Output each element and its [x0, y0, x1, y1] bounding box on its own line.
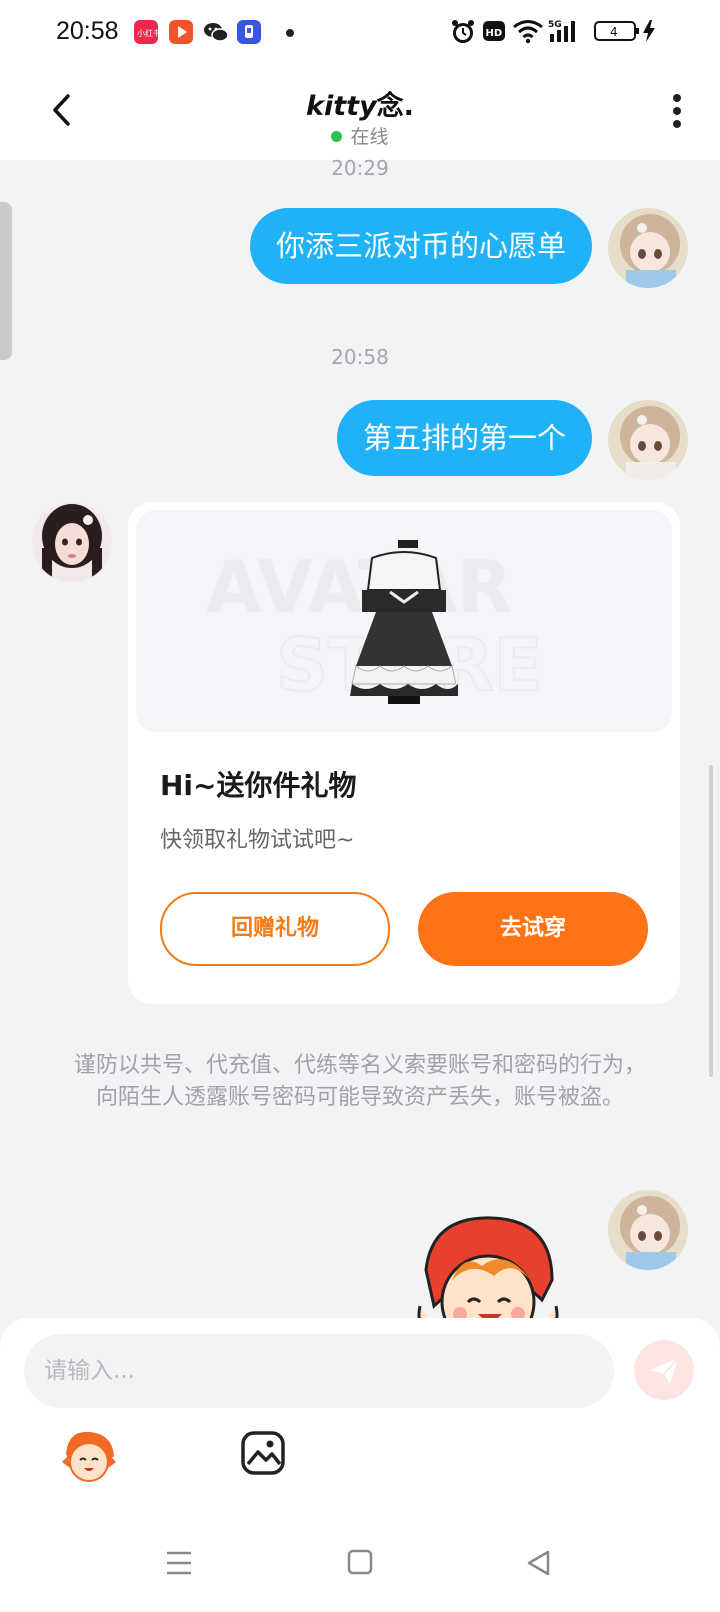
alarm-icon [450, 18, 476, 50]
home-nav-button[interactable] [346, 1548, 376, 1582]
online-status: 在线 [0, 122, 720, 149]
contact-avatar[interactable] [32, 502, 112, 582]
outgoing-message[interactable]: 你添三派对币的心愿单 [249, 208, 592, 284]
my-avatar[interactable] [608, 1190, 688, 1270]
chat-scrollbar[interactable] [709, 765, 713, 1077]
my-avatar[interactable] [608, 400, 688, 480]
mascot-emoji-icon [62, 1431, 116, 1482]
image-icon [241, 1431, 285, 1475]
menu-nav-button[interactable] [164, 1548, 194, 1582]
svg-text:HD: HD [486, 28, 503, 39]
svg-text:小红书: 小红书 [137, 28, 158, 38]
system-nav-bar [0, 1520, 720, 1612]
5g-signal-icon: 5G [548, 18, 582, 50]
message-timestamp: 20:58 [331, 345, 389, 369]
mascot-sticker-icon [417, 1216, 559, 1318]
menu-icon [167, 1551, 191, 1575]
battery-icon: 4 [594, 18, 640, 48]
svg-text:5G: 5G [548, 20, 562, 30]
sticker-button[interactable] [58, 1428, 120, 1488]
video-player-icon [169, 20, 193, 44]
svg-text:4: 4 [610, 25, 618, 39]
charging-icon [641, 18, 657, 48]
gift-image: AVATAR STORE [136, 510, 672, 732]
triangle-back-icon [527, 1550, 550, 1576]
my-avatar[interactable] [608, 208, 688, 288]
maid-dress-image: AVATAR STORE [206, 540, 544, 708]
return-gift-button[interactable]: 回赠礼物 [160, 892, 390, 966]
wifi-icon [512, 18, 544, 48]
message-input[interactable] [24, 1334, 614, 1408]
svg-text:AVATAR: AVATAR [206, 545, 513, 629]
gift-card-title: Hi~送你件礼物 [160, 769, 357, 802]
wechat-icon [203, 20, 229, 44]
paper-plane-icon [650, 1357, 679, 1384]
notification-dot [286, 29, 294, 37]
gift-card[interactable]: AVATAR STORE Hi~送你件礼物 快领取礼物试试吧~ 回赠礼物 去试穿 [128, 502, 680, 1004]
square-home-icon [347, 1549, 373, 1575]
send-button[interactable] [634, 1340, 694, 1400]
try-on-button[interactable]: 去试穿 [418, 892, 648, 966]
more-options-button[interactable] [662, 90, 692, 132]
status-time: 20:58 [56, 17, 119, 45]
gift-card-subtitle: 快领取礼物试试吧~ [160, 828, 355, 853]
hd-icon: HD [482, 18, 506, 48]
sticker-message[interactable] [412, 1210, 564, 1318]
outgoing-message[interactable]: 第五排的第一个 [336, 400, 592, 476]
online-dot [331, 131, 343, 142]
back-nav-button[interactable] [524, 1548, 554, 1582]
status-bar: 20:58 小红书 HD 5G 4 [0, 0, 720, 64]
contact-name: kitty念. [306, 91, 414, 122]
chat-header: kitty念. 在线 [0, 64, 720, 160]
message-timestamp: 20:29 [331, 156, 389, 180]
side-drawer-handle[interactable] [0, 202, 12, 360]
image-picker-button[interactable] [240, 1430, 286, 1480]
badge-app-icon [237, 20, 261, 44]
xiaohongshu-icon: 小红书 [134, 20, 161, 44]
security-notice: 谨防以共号、代充值、代练等名义索要账号和密码的行为，向陌生人透露账号密码可能导致… [73, 1053, 646, 1110]
